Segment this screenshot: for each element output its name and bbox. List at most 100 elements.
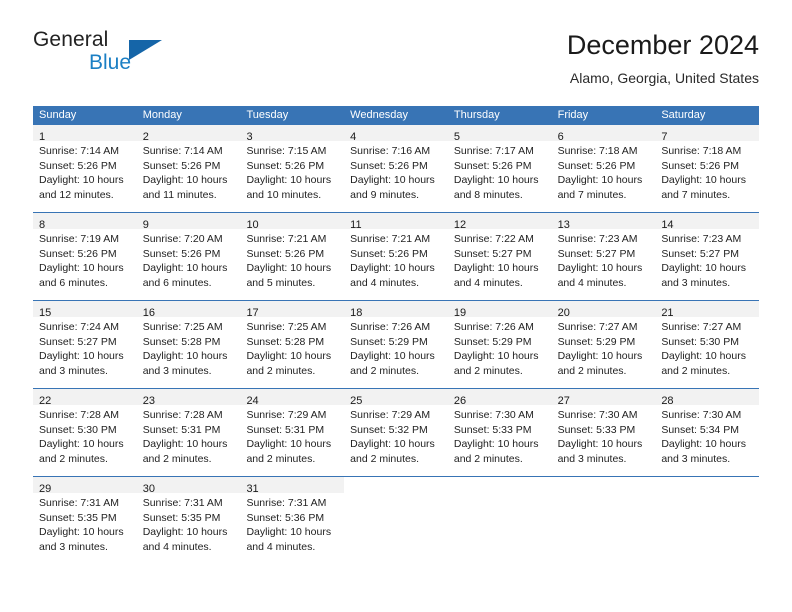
day-cell[interactable]: 30 Sunrise: 7:31 AM Sunset: 5:35 PM Dayl… xyxy=(136,477,241,554)
day-cell[interactable]: 19 Sunrise: 7:26 AM Sunset: 5:29 PM Dayl… xyxy=(447,301,552,378)
day-details: Sunrise: 7:21 AM Sunset: 5:26 PM Dayligh… xyxy=(240,229,344,290)
daylight-text-line1: Daylight: 10 hours xyxy=(661,262,746,275)
day-cell[interactable]: 12 Sunrise: 7:22 AM Sunset: 5:27 PM Dayl… xyxy=(447,213,552,290)
day-cell[interactable]: 2 Sunrise: 7:14 AM Sunset: 5:26 PM Dayli… xyxy=(136,125,241,202)
day-details: Sunrise: 7:29 AM Sunset: 5:31 PM Dayligh… xyxy=(240,405,344,466)
day-cell[interactable]: 26 Sunrise: 7:30 AM Sunset: 5:33 PM Dayl… xyxy=(447,389,552,466)
general-blue-logo[interactable]: General Blue xyxy=(33,28,253,84)
day-cell[interactable]: 24 Sunrise: 7:29 AM Sunset: 5:31 PM Dayl… xyxy=(240,389,345,466)
day-cell[interactable]: 23 Sunrise: 7:28 AM Sunset: 5:31 PM Dayl… xyxy=(136,389,241,466)
weekday-header-saturday: Saturday xyxy=(661,109,706,121)
sunrise-text: Sunrise: 7:28 AM xyxy=(39,409,119,421)
daylight-text-line1: Daylight: 10 hours xyxy=(142,350,228,363)
daylight-text-line1: Daylight: 10 hours xyxy=(453,438,539,451)
day-cell[interactable]: 9 Sunrise: 7:20 AM Sunset: 5:26 PM Dayli… xyxy=(136,213,241,290)
daylight-text-line2: and 2 minutes. xyxy=(453,364,523,377)
daylight-text-line2: and 2 minutes. xyxy=(246,364,316,377)
day-details: Sunrise: 7:29 AM Sunset: 5:32 PM Dayligh… xyxy=(344,405,448,466)
weekday-header-thursday: Thursday xyxy=(453,109,500,121)
daylight-text-line1: Daylight: 10 hours xyxy=(39,438,124,451)
day-cell[interactable]: 5 Sunrise: 7:17 AM Sunset: 5:26 PM Dayli… xyxy=(447,125,552,202)
day-number-strip: 11 xyxy=(344,213,448,231)
weekday-header-monday: Monday xyxy=(142,109,182,121)
day-number: 19 xyxy=(453,307,467,319)
day-cell[interactable]: 16 Sunrise: 7:25 AM Sunset: 5:28 PM Dayl… xyxy=(136,301,241,378)
daylight-text-line2: and 11 minutes. xyxy=(142,188,217,201)
sunrise-text: Sunrise: 7:25 AM xyxy=(142,321,223,333)
day-number: 20 xyxy=(557,307,570,319)
day-cell[interactable]: 8 Sunrise: 7:19 AM Sunset: 5:26 PM Dayli… xyxy=(33,213,137,290)
day-number: 14 xyxy=(661,219,674,231)
sunrise-text: Sunrise: 7:15 AM xyxy=(246,145,327,157)
day-number: 10 xyxy=(246,219,259,231)
day-cell[interactable]: 20 Sunrise: 7:27 AM Sunset: 5:29 PM Dayl… xyxy=(551,301,656,378)
day-cell-empty xyxy=(655,477,760,554)
day-number-strip: 15 xyxy=(33,301,137,319)
day-cell[interactable]: 31 Sunrise: 7:31 AM Sunset: 5:36 PM Dayl… xyxy=(240,477,345,554)
day-number: 1 xyxy=(39,131,46,143)
day-cell[interactable]: 13 Sunrise: 7:23 AM Sunset: 5:27 PM Dayl… xyxy=(551,213,656,290)
day-cell[interactable]: 11 Sunrise: 7:21 AM Sunset: 5:26 PM Dayl… xyxy=(344,213,448,290)
sunset-text: Sunset: 5:29 PM xyxy=(350,335,428,348)
day-details: Sunrise: 7:30 AM Sunset: 5:33 PM Dayligh… xyxy=(552,405,656,466)
day-number-strip: 4 xyxy=(344,125,448,143)
day-cell[interactable]: 17 Sunrise: 7:25 AM Sunset: 5:28 PM Dayl… xyxy=(240,301,345,378)
sunset-text: Sunset: 5:26 PM xyxy=(350,247,428,260)
day-cell[interactable]: 18 Sunrise: 7:26 AM Sunset: 5:29 PM Dayl… xyxy=(344,301,448,378)
sunset-text: Sunset: 5:30 PM xyxy=(39,423,117,436)
day-cell[interactable]: 28 Sunrise: 7:30 AM Sunset: 5:34 PM Dayl… xyxy=(655,389,760,466)
sunset-text: Sunset: 5:30 PM xyxy=(661,335,739,348)
day-cell[interactable]: 4 Sunrise: 7:16 AM Sunset: 5:26 PM Dayli… xyxy=(344,125,448,202)
daylight-text-line2: and 3 minutes. xyxy=(142,364,212,377)
sunrise-text: Sunrise: 7:25 AM xyxy=(246,321,327,333)
sunrise-text: Sunrise: 7:31 AM xyxy=(142,497,223,509)
sunrise-text: Sunrise: 7:26 AM xyxy=(350,321,431,333)
daylight-text-line1: Daylight: 10 hours xyxy=(246,174,332,187)
daylight-text-line1: Daylight: 10 hours xyxy=(39,350,124,363)
day-cell[interactable]: 14 Sunrise: 7:23 AM Sunset: 5:27 PM Dayl… xyxy=(655,213,760,290)
day-cell[interactable]: 15 Sunrise: 7:24 AM Sunset: 5:27 PM Dayl… xyxy=(33,301,137,378)
sunrise-text: Sunrise: 7:29 AM xyxy=(350,409,431,421)
day-cell[interactable]: 27 Sunrise: 7:30 AM Sunset: 5:33 PM Dayl… xyxy=(551,389,656,466)
day-number: 30 xyxy=(142,483,155,495)
day-cell[interactable]: 25 Sunrise: 7:29 AM Sunset: 5:32 PM Dayl… xyxy=(344,389,448,466)
week-row: 15 Sunrise: 7:24 AM Sunset: 5:27 PM Dayl… xyxy=(33,300,760,378)
sunset-text: Sunset: 5:31 PM xyxy=(142,423,221,436)
day-details: Sunrise: 7:18 AM Sunset: 5:26 PM Dayligh… xyxy=(552,141,656,202)
day-details: Sunrise: 7:14 AM Sunset: 5:26 PM Dayligh… xyxy=(137,141,241,202)
daylight-text-line2: and 9 minutes. xyxy=(350,188,420,201)
daylight-text-line1: Daylight: 10 hours xyxy=(453,262,539,275)
daylight-text-line2: and 7 minutes. xyxy=(661,188,731,201)
day-number-strip: 3 xyxy=(240,125,345,143)
week-row: 8 Sunrise: 7:19 AM Sunset: 5:26 PM Dayli… xyxy=(33,212,760,290)
day-cell[interactable]: 22 Sunrise: 7:28 AM Sunset: 5:30 PM Dayl… xyxy=(33,389,137,466)
sunset-text: Sunset: 5:26 PM xyxy=(661,159,739,172)
daylight-text-line1: Daylight: 10 hours xyxy=(350,262,435,275)
daylight-text-line1: Daylight: 10 hours xyxy=(246,438,332,451)
day-details: Sunrise: 7:25 AM Sunset: 5:28 PM Dayligh… xyxy=(137,317,241,378)
day-details: Sunrise: 7:27 AM Sunset: 5:29 PM Dayligh… xyxy=(552,317,656,378)
day-number-strip: 27 xyxy=(551,389,656,407)
day-cell[interactable]: 7 Sunrise: 7:18 AM Sunset: 5:26 PM Dayli… xyxy=(655,125,760,202)
sunrise-text: Sunrise: 7:31 AM xyxy=(246,497,327,509)
daylight-text-line1: Daylight: 10 hours xyxy=(661,438,746,451)
day-number-strip: 13 xyxy=(551,213,656,231)
day-details: Sunrise: 7:26 AM Sunset: 5:29 PM Dayligh… xyxy=(344,317,448,378)
day-cell[interactable]: 10 Sunrise: 7:21 AM Sunset: 5:26 PM Dayl… xyxy=(240,213,345,290)
page-title: December 2024 xyxy=(566,30,759,60)
day-cell[interactable]: 3 Sunrise: 7:15 AM Sunset: 5:26 PM Dayli… xyxy=(240,125,345,202)
day-number-strip: 31 xyxy=(240,477,345,495)
week-row: 22 Sunrise: 7:28 AM Sunset: 5:30 PM Dayl… xyxy=(33,388,760,466)
day-number-strip xyxy=(344,477,448,493)
day-number-strip: 30 xyxy=(136,477,241,495)
day-cell[interactable]: 6 Sunrise: 7:18 AM Sunset: 5:26 PM Dayli… xyxy=(551,125,656,202)
day-number-strip: 1 xyxy=(33,125,137,143)
day-number-strip: 17 xyxy=(240,301,345,319)
day-number-strip: 9 xyxy=(136,213,241,231)
day-cell[interactable]: 21 Sunrise: 7:27 AM Sunset: 5:30 PM Dayl… xyxy=(655,301,760,378)
daylight-text-line1: Daylight: 10 hours xyxy=(453,174,539,187)
day-cell[interactable]: 29 Sunrise: 7:31 AM Sunset: 5:35 PM Dayl… xyxy=(33,477,137,554)
day-cell[interactable]: 1 Sunrise: 7:14 AM Sunset: 5:26 PM Dayli… xyxy=(33,125,137,202)
sunrise-text: Sunrise: 7:30 AM xyxy=(453,409,534,421)
sunrise-text: Sunrise: 7:30 AM xyxy=(661,409,742,421)
